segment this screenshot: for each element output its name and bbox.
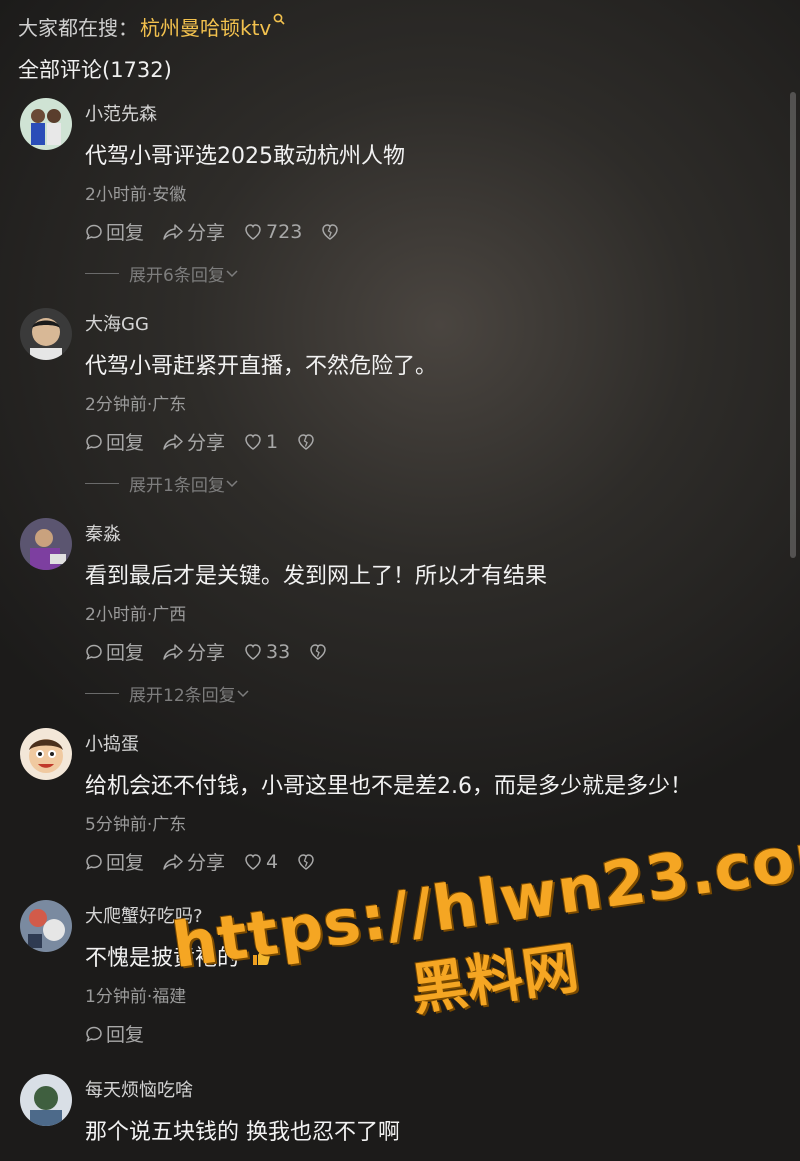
reply-label: 回复 (106, 642, 145, 664)
comment-meta: 5分钟前·广东 (85, 815, 187, 835)
reply-label: 回复 (106, 852, 145, 874)
like-count: 723 (266, 220, 303, 243)
share-button[interactable]: 分享 (162, 638, 225, 665)
comment-text: 代驾小哥赶紧开直播，不然危险了。 (85, 354, 438, 379)
scrollbar[interactable] (790, 92, 796, 558)
expand-replies-label: 展开12条回复 (129, 686, 236, 706)
comment-text: 给机会还不付钱，小哥这里也不是差2.6，而是多少就是多少！ (85, 774, 692, 799)
share-label: 分享 (187, 642, 226, 664)
avatar[interactable] (20, 1074, 72, 1126)
chevron-down-icon (237, 689, 249, 697)
comment-username[interactable]: 大海GG (85, 310, 149, 336)
comment-username[interactable]: 小捣蛋 (85, 730, 139, 756)
share-icon (163, 643, 183, 660)
share-icon (163, 433, 183, 450)
divider (85, 273, 119, 274)
comment-username[interactable]: 秦淼 (85, 520, 121, 546)
comment-item: 秦淼 看到最后才是关键。发到网上了！所以才有结果 2小时前·广西 回复 分享 3… (0, 518, 780, 718)
reply-button[interactable]: 回复 (85, 428, 144, 455)
heart-icon (245, 853, 261, 870)
share-button[interactable]: 分享 (162, 218, 225, 245)
avatar[interactable] (20, 98, 72, 150)
reply-label: 回复 (106, 222, 145, 244)
avatar[interactable] (20, 518, 72, 570)
avatar[interactable] (20, 308, 72, 360)
comment-text: 那个说五块钱的 换我也忍不了啊 (85, 1120, 400, 1145)
avatar[interactable] (20, 900, 72, 952)
comment-meta: 1分钟前·福建 (85, 987, 187, 1007)
expand-replies[interactable]: 展开12条回复 (85, 681, 250, 706)
like-button[interactable]: 4 (243, 851, 278, 873)
search-icon (273, 13, 285, 29)
comments-count-title: 全部评论(1732) (18, 58, 172, 82)
share-button[interactable]: 分享 (162, 428, 225, 455)
like-count: 1 (266, 430, 279, 453)
dislike-button[interactable] (308, 643, 331, 661)
heart-icon (245, 223, 261, 240)
reply-icon (86, 1026, 102, 1042)
reply-label: 回复 (106, 1024, 145, 1046)
comment-item: 每天烦恼吃啥 那个说五块钱的 换我也忍不了啊 (0, 1074, 780, 1161)
dislike-button[interactable] (320, 223, 343, 241)
reply-button[interactable]: 回复 (85, 1020, 144, 1047)
reply-button[interactable]: 回复 (85, 218, 144, 245)
share-label: 分享 (187, 432, 226, 454)
divider (85, 483, 119, 484)
dislike-button[interactable] (296, 433, 319, 451)
like-count: 4 (266, 850, 279, 873)
share-button[interactable]: 分享 (162, 848, 225, 875)
reply-icon (86, 434, 102, 450)
reply-icon (86, 854, 102, 870)
share-icon (163, 223, 183, 240)
comment-meta: 2小时前·安徽 (85, 185, 187, 205)
expand-replies-label: 展开1条回复 (129, 476, 225, 496)
heart-icon (245, 643, 261, 660)
comment-item: 大海GG 代驾小哥赶紧开直播，不然危险了。 2分钟前·广东 回复 分享 1 展开… (0, 308, 780, 508)
dislike-button[interactable] (296, 853, 319, 871)
like-button[interactable]: 33 (243, 641, 290, 663)
expand-replies[interactable]: 展开6条回复 (85, 261, 239, 286)
expand-replies[interactable]: 展开1条回复 (85, 471, 239, 496)
comment-username[interactable]: 小范先森 (85, 100, 157, 126)
reply-label: 回复 (106, 432, 145, 454)
comment-text: 代驾小哥评选2025敢动杭州人物 (85, 144, 405, 169)
comment-meta: 2分钟前·广东 (85, 395, 187, 415)
heart-icon (245, 433, 261, 450)
broken-heart-icon (298, 433, 314, 450)
share-label: 分享 (187, 222, 226, 244)
broken-heart-icon (298, 853, 314, 870)
search-suggestion-prefix: 大家都在搜： (18, 16, 138, 40)
reply-icon (86, 224, 102, 240)
broken-heart-icon (310, 643, 326, 660)
reply-button[interactable]: 回复 (85, 848, 144, 875)
chevron-down-icon (226, 269, 238, 277)
like-button[interactable]: 1 (243, 431, 278, 453)
comment-actions: 回复 (85, 1020, 162, 1047)
avatar[interactable] (20, 728, 72, 780)
comment-text: 看到最后才是关键。发到网上了！所以才有结果 (85, 564, 548, 589)
like-count: 33 (266, 640, 291, 663)
divider (85, 693, 119, 694)
comment-meta: 2小时前·广西 (85, 605, 187, 625)
comment-actions: 回复 分享 1 (85, 428, 337, 455)
reply-icon (86, 644, 102, 660)
comment-actions: 回复 分享 4 (85, 848, 337, 875)
comment-item: 小范先森 代驾小哥评选2025敢动杭州人物 2小时前·安徽 回复 分享 723 … (0, 98, 780, 298)
expand-replies-label: 展开6条回复 (129, 266, 225, 286)
broken-heart-icon (322, 223, 339, 240)
search-suggestion-keyword[interactable]: 杭州曼哈顿ktv (140, 12, 271, 41)
reply-button[interactable]: 回复 (85, 638, 144, 665)
search-suggestion[interactable]: 大家都在搜： 杭州曼哈顿ktv (18, 12, 285, 41)
comment-username[interactable]: 每天烦恼吃啥 (85, 1076, 193, 1102)
share-label: 分享 (187, 852, 226, 874)
comment-actions: 回复 分享 723 (85, 218, 361, 245)
like-button[interactable]: 723 (243, 221, 302, 243)
comment-actions: 回复 分享 33 (85, 638, 349, 665)
chevron-down-icon (226, 479, 238, 487)
share-icon (163, 853, 183, 870)
